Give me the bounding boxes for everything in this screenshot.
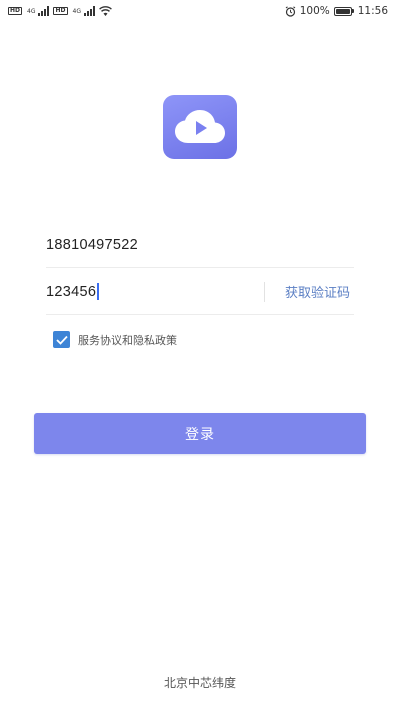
agreement-checkbox[interactable]: [53, 331, 70, 348]
get-code-button[interactable]: 获取验证码: [285, 282, 350, 301]
status-left: HD 4G HD 4G: [8, 6, 112, 16]
hd-badge-1: HD: [8, 7, 23, 15]
company-footer: 北京中芯纬度: [163, 676, 236, 690]
login-button[interactable]: 登录: [34, 413, 366, 454]
hd-badge-2: HD: [53, 7, 68, 15]
status-right: 100% 11:56: [285, 5, 388, 17]
wifi-icon: [99, 6, 112, 16]
status-bar: HD 4G HD 4G 100% 11:56: [0, 0, 400, 22]
divider: [263, 281, 265, 302]
phone-field-row: [46, 222, 354, 268]
agreement-link[interactable]: 服务协议和隐私政策: [78, 332, 177, 348]
alarm-icon: [285, 5, 296, 17]
code-value: 123456: [46, 283, 97, 300]
signal-icon: [83, 6, 96, 16]
checkmark-icon: [55, 335, 68, 345]
phone-input[interactable]: [46, 236, 354, 253]
network-type-1: 4G: [27, 7, 36, 15]
login-screen: HD 4G HD 4G 100% 11:56 18810497522 12345…: [0, 0, 400, 711]
battery-icon: [333, 6, 354, 16]
network-type-2: 4G: [72, 7, 81, 15]
text-caret: [97, 283, 99, 300]
cloud-play-icon: [175, 110, 225, 143]
code-input[interactable]: 123456: [46, 283, 264, 300]
clock: 11:56: [357, 5, 388, 17]
signal-icon: [38, 6, 50, 16]
code-field-row: 123456 获取验证码: [46, 269, 354, 315]
battery-percent: 100%: [299, 5, 330, 17]
agreement-row: 服务协议和隐私政策: [53, 331, 177, 348]
app-logo: [163, 95, 237, 159]
